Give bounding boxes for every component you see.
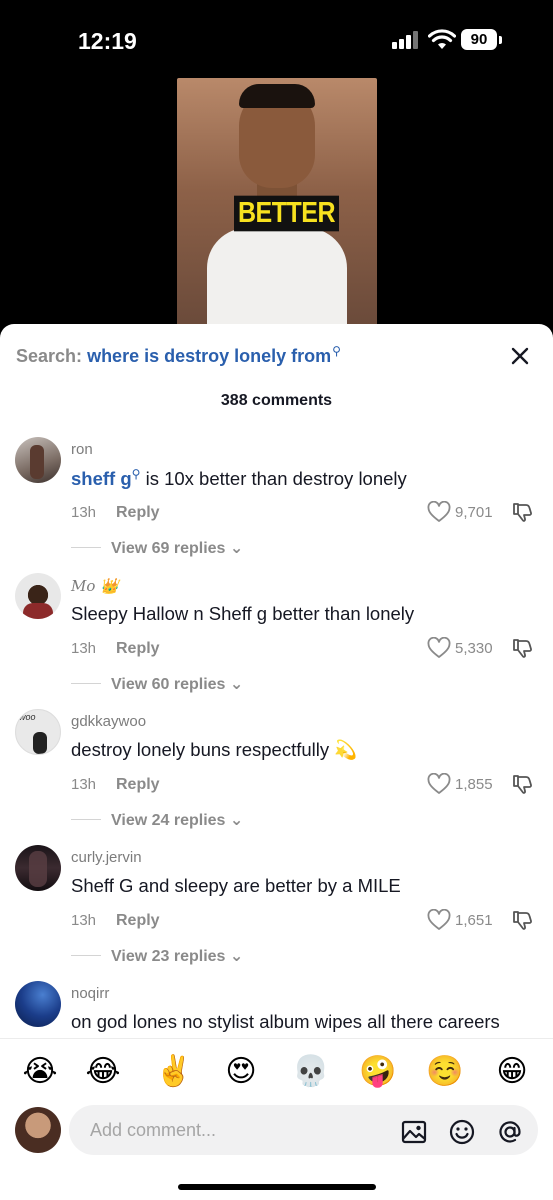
replies-divider <box>71 547 101 548</box>
comment-age: 13h <box>71 504 97 521</box>
comment-item: curly.jervin Sheff G and sleepy are bett… <box>0 845 553 975</box>
chevron-down-icon: ⌄ <box>229 676 244 693</box>
comment-username[interactable]: Mo 👑 <box>71 577 119 595</box>
view-replies-button[interactable]: View 23 replies ⌄ <box>111 946 243 966</box>
emoji-button[interactable]: 😍 <box>223 1054 259 1090</box>
reply-button[interactable]: Reply <box>116 776 160 794</box>
emoji-quick-bar: 😭 😂 ✌️ 😍 💀 🤪 ☺️ 😁 <box>0 1038 553 1104</box>
search-suggestion[interactable]: Search: where is destroy lonely from⚲ <box>16 344 341 367</box>
reply-button[interactable]: Reply <box>116 912 160 930</box>
comment-text: Sheff G and sleepy are better by a MILE <box>71 875 401 896</box>
video-preview[interactable]: BETTER <box>177 78 377 328</box>
thumbs-down-icon[interactable] <box>511 637 533 659</box>
replies-divider <box>71 683 101 684</box>
comment-username[interactable]: noqirr <box>71 985 109 1002</box>
emoji-button[interactable]: ☺️ <box>426 1054 463 1090</box>
avatar[interactable] <box>15 573 61 619</box>
view-replies-button[interactable]: View 69 replies ⌄ <box>111 538 243 558</box>
emoji-button[interactable]: 😭 <box>22 1054 58 1090</box>
like-count: 5,330 <box>455 640 493 657</box>
comment-age: 13h <box>71 640 97 657</box>
video-figure-hair <box>239 84 315 108</box>
battery-indicator: 90 <box>461 29 497 50</box>
at-sign-icon[interactable] <box>496 1118 524 1146</box>
comment-item: ron sheff g⚲ is 10x better than destroy … <box>0 437 553 567</box>
replies-divider <box>71 955 101 956</box>
view-replies-button[interactable]: View 24 replies ⌄ <box>111 810 243 830</box>
video-figure-shirt <box>207 228 347 328</box>
image-icon[interactable] <box>400 1118 428 1146</box>
avatar[interactable] <box>15 845 61 891</box>
avatar[interactable]: woo <box>15 709 61 755</box>
comment-count: 388 comments <box>220 392 333 409</box>
avatar[interactable] <box>15 437 61 483</box>
comment-age: 13h <box>71 912 97 929</box>
search-query[interactable]: where is destroy lonely from <box>87 346 331 366</box>
thumbs-down-icon[interactable] <box>511 501 533 523</box>
comment-text: sheff g⚲ is 10x better than destroy lone… <box>71 467 407 490</box>
search-label: Search: <box>16 346 83 366</box>
comment-age: 13h <box>71 776 97 793</box>
heart-icon[interactable] <box>427 909 451 931</box>
heart-icon[interactable] <box>427 637 451 659</box>
emoji-button[interactable]: 😁 <box>494 1054 530 1090</box>
search-icon: ⚲ <box>332 344 341 358</box>
close-icon[interactable] <box>508 344 532 368</box>
comment-item: woo gdkkaywoo destroy lonely buns respec… <box>0 709 553 839</box>
comment-input-placeholder[interactable]: Add comment... <box>90 1120 216 1141</box>
comment-search-link[interactable]: sheff g <box>71 468 132 489</box>
heart-icon[interactable] <box>427 773 451 795</box>
avatar <box>15 1107 61 1153</box>
replies-divider <box>71 819 101 820</box>
comment-composer: Add comment... <box>0 1104 553 1200</box>
home-indicator <box>178 1184 376 1190</box>
video-caption: BETTER <box>234 195 339 232</box>
comment-item: Mo 👑 Sleepy Hallow n Sheff g better than… <box>0 573 553 703</box>
comment-username[interactable]: curly.jervin <box>71 849 142 866</box>
heart-icon[interactable] <box>427 501 451 523</box>
comment-text: on god lones no stylist album wipes all … <box>71 1011 500 1032</box>
comment-username[interactable]: gdkkaywoo <box>71 713 146 730</box>
comment-input[interactable]: Add comment... <box>69 1105 538 1155</box>
avatar[interactable] <box>15 981 61 1027</box>
emoji-button[interactable]: 😂 <box>85 1054 121 1090</box>
thumbs-down-icon[interactable] <box>511 773 533 795</box>
thumbs-down-icon[interactable] <box>511 909 533 931</box>
like-count: 1,651 <box>455 912 493 929</box>
battery-tip <box>499 36 502 44</box>
status-time: 12:19 <box>78 28 137 54</box>
like-count: 1,855 <box>455 776 493 793</box>
reply-button[interactable]: Reply <box>116 504 160 522</box>
status-bar: 12:19 90 <box>0 0 553 80</box>
chevron-down-icon: ⌄ <box>229 948 244 965</box>
emoji-button[interactable]: 🤪 <box>359 1054 396 1090</box>
emoji-button[interactable]: ✌️ <box>155 1054 192 1090</box>
comment-text: Sleepy Hallow n Sheff g better than lone… <box>71 603 415 624</box>
like-count: 9,701 <box>455 504 493 521</box>
wifi-icon <box>428 29 456 49</box>
chevron-down-icon: ⌄ <box>229 540 244 557</box>
signal-icon <box>392 31 420 49</box>
smiley-icon[interactable] <box>448 1118 476 1146</box>
chevron-down-icon: ⌄ <box>229 812 244 829</box>
comment-username[interactable]: ron <box>71 441 93 458</box>
reply-button[interactable]: Reply <box>116 640 160 658</box>
comment-text: destroy lonely buns respectfully 💫 <box>71 739 358 760</box>
emoji-button[interactable]: 💀 <box>292 1054 329 1090</box>
view-replies-button[interactable]: View 60 replies ⌄ <box>111 674 243 694</box>
